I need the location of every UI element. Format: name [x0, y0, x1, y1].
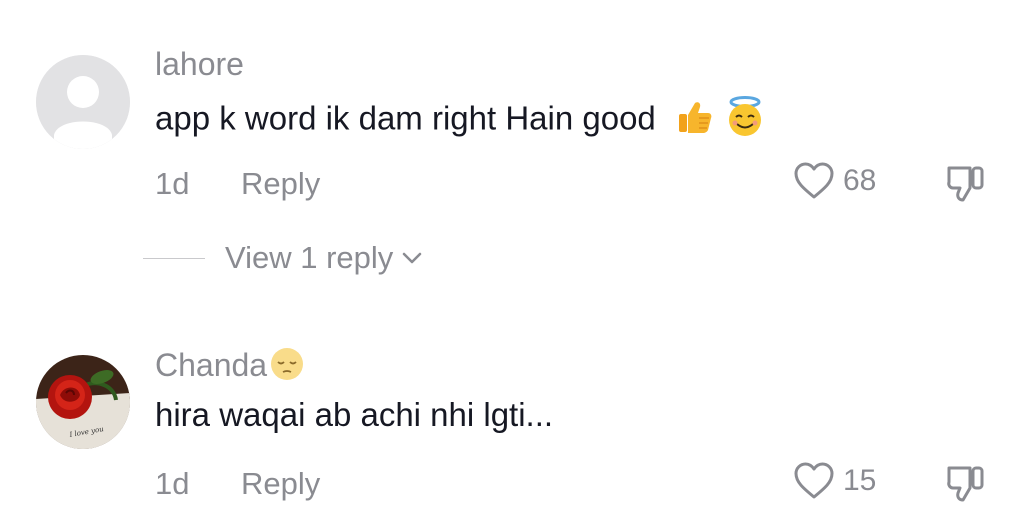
view-replies-button[interactable]: View 1 reply — [143, 240, 423, 276]
thumbs-up-emoji — [675, 98, 713, 144]
view-replies-label: View 1 reply — [225, 240, 394, 275]
username-text: Chanda — [155, 347, 268, 383]
dislike-button[interactable] — [944, 462, 990, 509]
reply-button[interactable]: Reply — [241, 166, 320, 202]
thumbs-down-icon — [947, 166, 984, 202]
comment-text: app k word ik dam right Hain good — [155, 96, 766, 146]
heart-icon — [794, 462, 834, 499]
comment-timestamp: 1d — [155, 166, 190, 201]
chevron-down-icon — [403, 252, 422, 264]
comment-username[interactable]: lahore — [155, 46, 244, 83]
pensive-face-emoji — [269, 346, 305, 390]
like-button[interactable]: 15 — [793, 461, 876, 501]
like-button[interactable]: 68 — [793, 161, 876, 201]
reply-button[interactable]: Reply — [241, 466, 320, 502]
avatar[interactable]: I love you — [36, 355, 130, 449]
heart-icon — [794, 162, 834, 199]
divider-line — [143, 257, 205, 259]
thumbs-down-icon — [947, 466, 984, 502]
avatar[interactable] — [36, 55, 130, 149]
smiling-face-with-halo-emoji — [724, 96, 766, 146]
default-avatar-icon — [36, 55, 130, 149]
comment-text-body: app k word ik dam right Hain good — [155, 99, 656, 137]
like-count: 15 — [843, 464, 877, 497]
rose-photo-avatar: I love you — [36, 355, 130, 449]
comment-timestamp: 1d — [155, 466, 190, 501]
comment-text: hira waqai ab achi nhi lgti... — [155, 396, 554, 433]
like-count: 68 — [843, 164, 877, 197]
comment-username[interactable]: Chanda — [155, 346, 305, 390]
dislike-button[interactable] — [944, 162, 990, 209]
